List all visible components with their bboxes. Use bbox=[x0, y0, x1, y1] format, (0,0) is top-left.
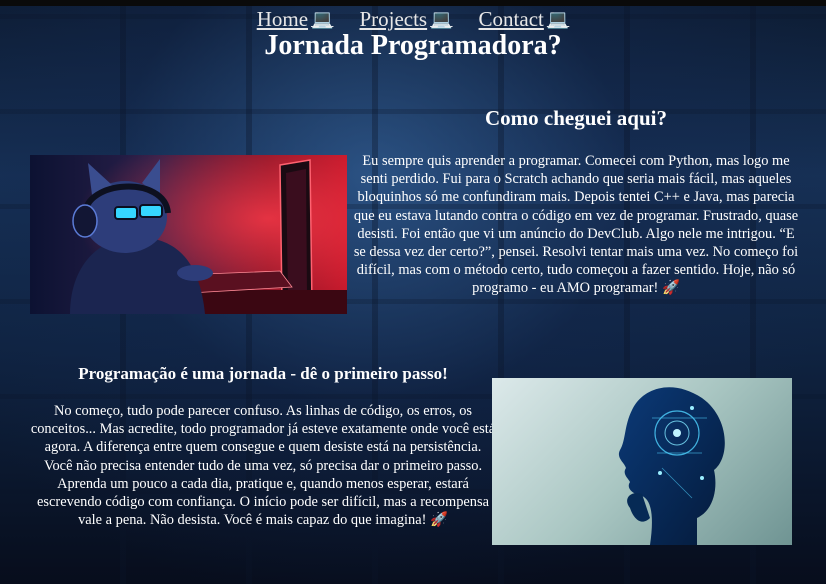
cat-hacker-image bbox=[30, 155, 347, 314]
digital-head-image bbox=[492, 378, 792, 545]
section2-heading: Programação é uma jornada - dê o primeir… bbox=[78, 364, 448, 383]
section2-text: No começo, tudo pode parecer confuso. As… bbox=[30, 403, 496, 529]
page-title: Jornada Programadora? bbox=[264, 30, 562, 61]
section1-text: Eu sempre quis aprender a programar. Com… bbox=[353, 153, 799, 297]
section1-heading: Como cheguei aqui? bbox=[484, 106, 667, 130]
